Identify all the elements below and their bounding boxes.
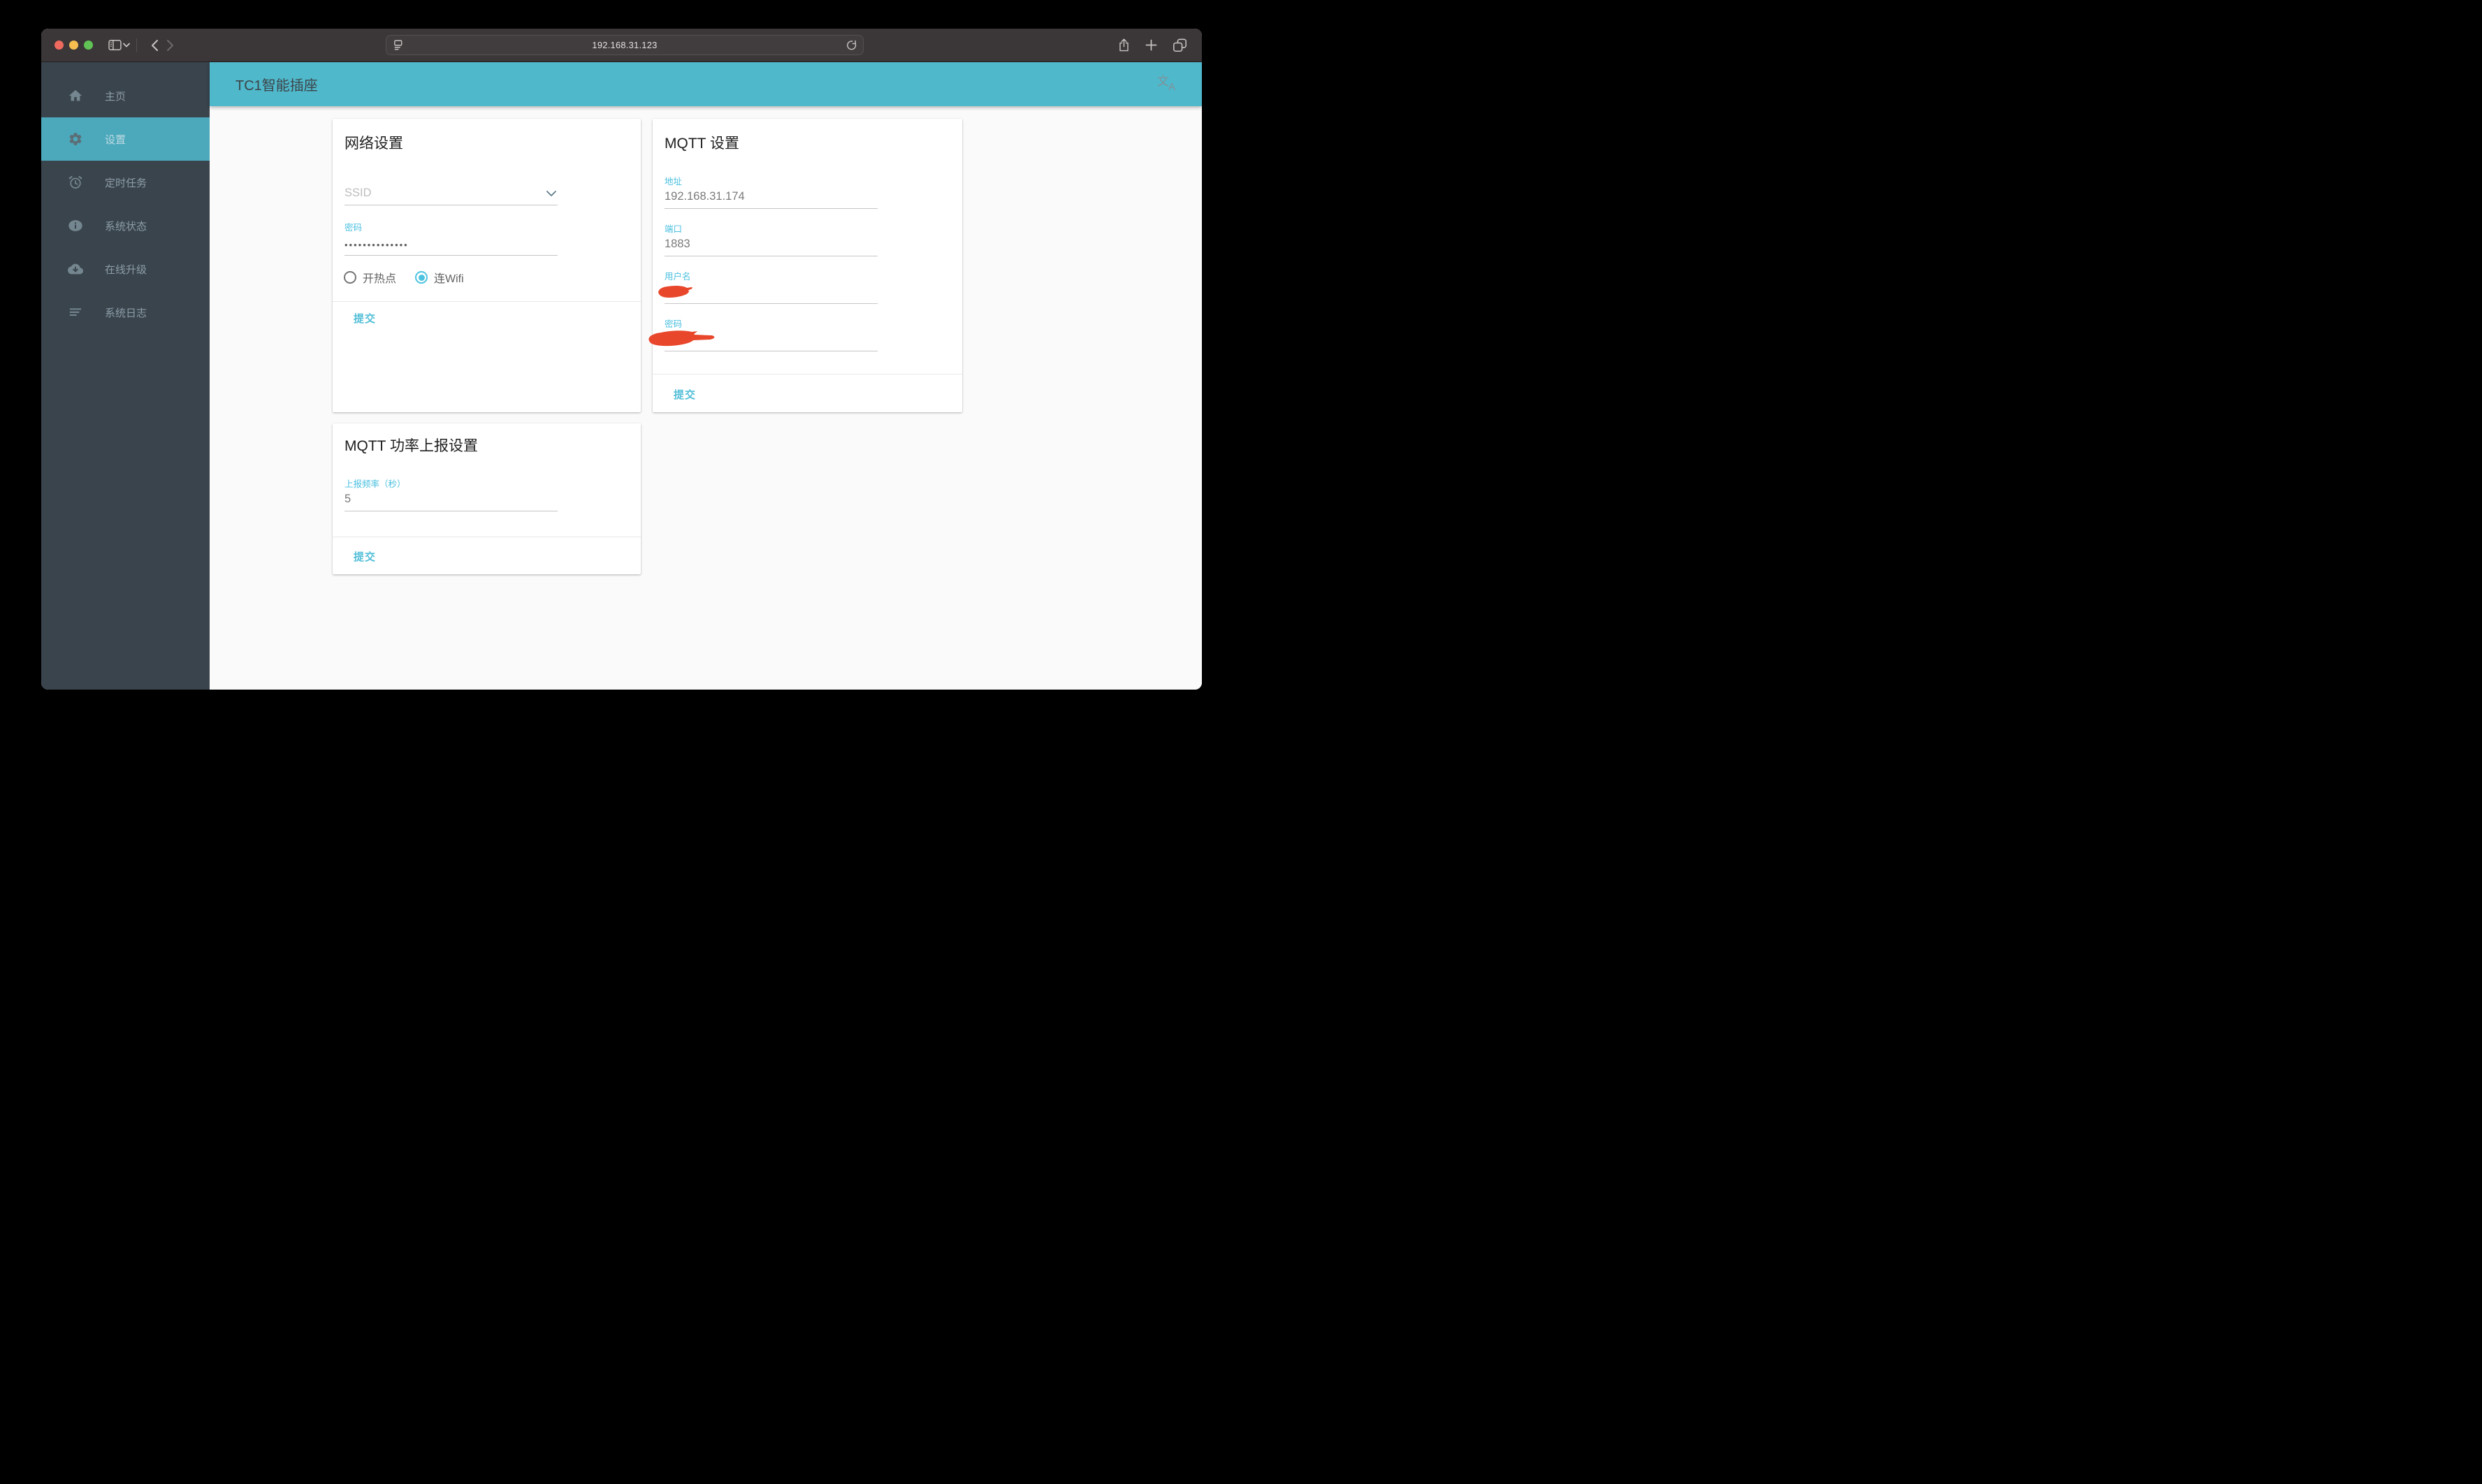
sidebar: 主页 设置 定时任务 系统状态 在线升级 系统日志 <box>41 62 210 690</box>
sidebar-item-label: 设置 <box>105 133 126 146</box>
log-lines-icon <box>68 305 83 320</box>
sidebar-menu-chevron-icon[interactable] <box>123 43 130 48</box>
reload-icon[interactable] <box>846 40 857 51</box>
toolbar-right-icons <box>1118 29 1187 61</box>
ssid-select[interactable] <box>344 187 558 205</box>
address-bar[interactable]: 192.168.31.123 <box>386 35 864 55</box>
sidebar-item-system-status[interactable]: 系统状态 <box>41 204 210 247</box>
app-main: 主页 设置 定时任务 系统状态 在线升级 系统日志 TC1智能插座 文 A 网络… <box>41 62 1202 690</box>
ssid-select-field <box>344 187 558 205</box>
page-settings-icon[interactable] <box>393 39 403 51</box>
info-icon <box>68 218 83 233</box>
home-icon <box>68 88 83 103</box>
wifi-password-field: 密码 <box>344 224 558 256</box>
forward-button[interactable] <box>166 39 174 52</box>
radio-circle-icon <box>344 271 356 284</box>
sidebar-item-timers[interactable]: 定时任务 <box>41 161 210 204</box>
mqtt-password-input[interactable] <box>665 333 878 351</box>
mqtt-port-field: 端口 <box>665 225 878 256</box>
network-submit-button[interactable]: 提交 <box>349 310 380 327</box>
new-tab-icon[interactable] <box>1145 39 1157 51</box>
sidebar-item-label: 系统日志 <box>105 307 147 319</box>
back-button[interactable] <box>151 39 159 52</box>
browser-window: 192.168.31.123 主页 设置 定时任务 系统状态 在线升级 系统日志… <box>41 29 1202 690</box>
radio-connect-wifi[interactable]: 连Wifi <box>415 269 464 286</box>
browser-toolbar: 192.168.31.123 <box>41 29 1202 62</box>
sidebar-item-settings[interactable]: 设置 <box>41 117 210 161</box>
app-header: TC1智能插座 文 A <box>210 62 1202 106</box>
field-label: 密码 <box>344 223 363 233</box>
report-rate-input[interactable] <box>344 493 558 511</box>
tab-overview-icon[interactable] <box>1173 38 1187 52</box>
mqtt-username-input[interactable] <box>665 285 878 304</box>
settings-gear-icon <box>68 131 83 147</box>
field-label: 密码 <box>665 319 683 329</box>
sidebar-item-label: 在线升级 <box>105 263 147 276</box>
sidebar-item-online-upgrade[interactable]: 在线升级 <box>41 247 210 291</box>
card-title: MQTT 设置 <box>665 136 739 152</box>
card-title: MQTT 功率上报设置 <box>344 438 478 454</box>
sidebar-item-label: 主页 <box>105 90 126 103</box>
mqtt-submit-button[interactable]: 提交 <box>669 386 700 403</box>
mqtt-power-report-card: MQTT 功率上报设置 上报频率（秒） 提交 <box>333 423 641 574</box>
radio-hotspot[interactable]: 开热点 <box>344 269 396 286</box>
sidebar-item-label: 系统状态 <box>105 220 147 233</box>
mqtt-address-input[interactable] <box>665 190 878 209</box>
chevron-down-icon[interactable] <box>546 191 556 196</box>
network-settings-card: 网络设置 密码 <box>333 119 641 412</box>
mqtt-settings-card: MQTT 设置 地址 端口 用户名 密码 <box>648 119 962 412</box>
page-content: 网络设置 密码 <box>210 106 1202 690</box>
mqtt-username-field: 用户名 <box>665 272 878 304</box>
radio-circle-icon <box>415 271 428 284</box>
wifi-password-input[interactable] <box>344 236 558 256</box>
sidebar-item-home[interactable]: 主页 <box>41 74 210 117</box>
wifi-mode-radio-group: 开热点 连Wifi <box>344 269 464 286</box>
mqtt-password-field: 密码 <box>665 320 878 351</box>
toolbar-nav-group <box>108 38 174 52</box>
traffic-lights <box>41 41 93 50</box>
card-title: 网络设置 <box>344 136 403 152</box>
field-label: 端口 <box>665 224 683 234</box>
sidebar-toggle-icon[interactable] <box>108 39 122 51</box>
zoom-window-button[interactable] <box>84 41 93 50</box>
share-icon[interactable] <box>1118 38 1130 52</box>
sidebar-item-system-logs[interactable]: 系统日志 <box>41 291 210 334</box>
translate-language-icon[interactable]: 文 A <box>1153 75 1180 93</box>
url-text: 192.168.31.123 <box>592 40 658 50</box>
field-label: 上报频率（秒） <box>344 479 406 489</box>
sidebar-item-label: 定时任务 <box>105 177 147 189</box>
field-label: 用户名 <box>665 272 691 282</box>
close-window-button[interactable] <box>55 41 64 50</box>
cloud-download-icon <box>68 261 83 277</box>
card-divider <box>333 301 641 302</box>
mqtt-port-input[interactable] <box>665 238 878 256</box>
content-column: TC1智能插座 文 A 网络设置 SSID 密码 •••••••••••••• … <box>210 62 1202 690</box>
field-label: 地址 <box>665 177 683 187</box>
report-rate-field: 上报频率（秒） <box>344 480 558 511</box>
power-submit-button[interactable]: 提交 <box>349 548 380 565</box>
mqtt-address-field: 地址 <box>665 177 878 209</box>
page-title: TC1智能插座 <box>235 78 318 94</box>
alarm-clock-icon <box>68 175 83 190</box>
minimize-window-button[interactable] <box>69 41 78 50</box>
toolbar-separator <box>136 38 137 52</box>
